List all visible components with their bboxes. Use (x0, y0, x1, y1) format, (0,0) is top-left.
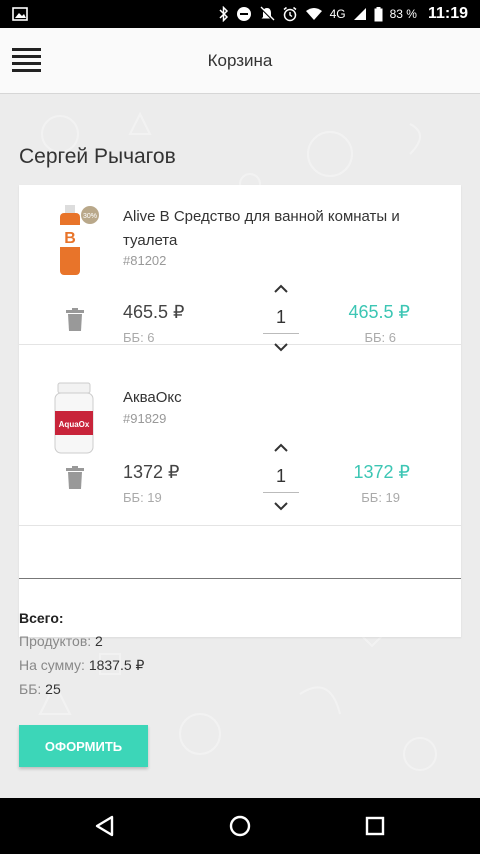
quantity-underline (263, 333, 299, 334)
item-total-price: 465.5 ₽ (348, 302, 411, 322)
battery-percent: 83 % (389, 7, 417, 21)
item-name: Alive B Средство для ванной комнаты и ту… (123, 208, 400, 249)
notifications-off-icon (259, 6, 275, 21)
status-right: 4G 83 % 11:19 (219, 5, 468, 23)
summary-sum-label: На сумму: (19, 657, 85, 673)
status-bar: 4G 83 % 11:19 (0, 0, 480, 28)
status-left (12, 7, 28, 21)
product-image-label: AquaOx (59, 420, 90, 429)
cart-item: AquaOx АкваОкс #91829 1372 ₽ ББ: 19 1 13… (19, 366, 461, 526)
recent-apps-icon[interactable] (361, 812, 389, 840)
item-total-price: 1372 ₽ (353, 462, 411, 482)
item-bb: ББ: 6 (123, 330, 155, 345)
item-name: АкваОкс (123, 389, 182, 406)
gallery-icon (12, 7, 28, 21)
summary-sum-value: 1837.5 ₽ (88, 657, 145, 673)
home-icon[interactable] (226, 812, 254, 840)
item-price: 465.5 ₽ (123, 302, 185, 322)
quantity-decrease-button[interactable] (269, 496, 293, 516)
cellular-signal-icon (353, 8, 366, 20)
checkout-button[interactable]: ОФОРМИТЬ (19, 725, 148, 767)
quantity-underline (263, 492, 299, 493)
wifi-icon (305, 8, 322, 20)
item-bb: ББ: 19 (123, 490, 162, 505)
item-total-bb: ББ: 6 (364, 330, 396, 345)
back-icon[interactable] (91, 812, 119, 840)
item-code: #91829 (123, 411, 167, 426)
network-type: 4G (329, 7, 346, 21)
do-not-disturb-icon (236, 7, 251, 21)
summary-bb-value: 25 (45, 681, 61, 697)
quantity-value[interactable]: 1 (263, 307, 299, 328)
summary-title: Всего: (19, 610, 64, 626)
cart-list: B 30% Alive B Средство для ванной комнат… (19, 185, 461, 637)
summary-products-value: 2 (95, 633, 103, 649)
summary-divider (19, 578, 461, 579)
app-bar: Корзина (0, 28, 480, 94)
system-nav-bar (0, 798, 480, 854)
item-code: #81202 (123, 253, 167, 268)
battery-icon (374, 6, 383, 21)
clock: 11:19 (427, 5, 468, 22)
summary-bb-label: ББ: (19, 681, 42, 697)
summary-products-label: Продуктов: (19, 633, 92, 649)
item-total-bb: ББ: 19 (361, 490, 400, 505)
quantity-decrease-button[interactable] (269, 337, 293, 357)
product-image: AquaOx (54, 382, 94, 454)
quantity-value[interactable]: 1 (263, 466, 299, 487)
cart-content[interactable]: Сергей Рычагов B 30% Alive B Средство дл… (0, 94, 480, 798)
bluetooth-icon (219, 6, 228, 22)
summary-sum: На сумму: 1837.5 ₽ (19, 657, 144, 674)
quantity-increase-button[interactable] (269, 438, 293, 458)
product-image-label: B (64, 230, 76, 247)
summary-bb: ББ: 25 (19, 681, 61, 697)
alarm-icon (283, 6, 297, 22)
cart-item: B 30% Alive B Средство для ванной комнат… (19, 185, 461, 352)
page-title: Корзина (207, 50, 273, 70)
summary-products: Продуктов: 2 (19, 633, 103, 649)
discount-badge: 30% (83, 213, 97, 220)
product-image: B 30% (60, 205, 99, 275)
trash-icon[interactable] (65, 308, 85, 332)
trash-icon[interactable] (65, 466, 85, 490)
item-price: 1372 ₽ (123, 462, 180, 482)
customer-name: Сергей Рычагов (19, 145, 176, 168)
quantity-increase-button[interactable] (269, 279, 293, 299)
